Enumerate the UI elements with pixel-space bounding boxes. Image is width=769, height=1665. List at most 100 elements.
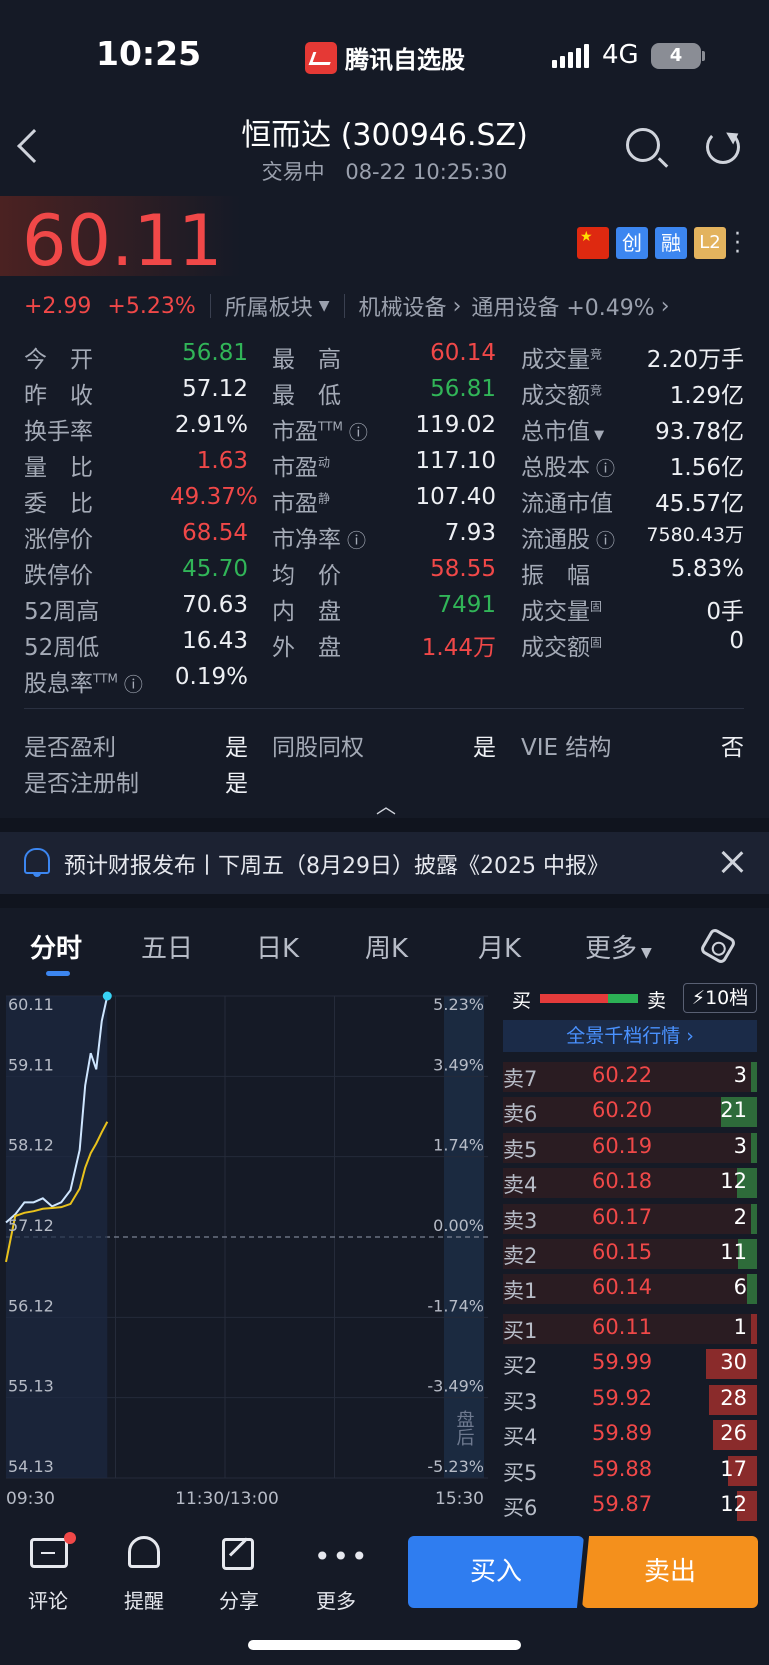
- chart-settings-icon[interactable]: [698, 926, 738, 966]
- flag-equal-rights-value: 是: [473, 735, 496, 761]
- buy-button[interactable]: 买入: [408, 1536, 584, 1608]
- stat-value: 2.20万手: [646, 347, 744, 373]
- tab-more[interactable]: 更多 ▼: [585, 928, 652, 965]
- china-flag-icon: ★: [577, 227, 609, 259]
- stat-value: 45.70: [182, 556, 248, 582]
- ob-volume: 6: [733, 1275, 747, 1300]
- stat-label: 流通股 ⓘ: [521, 527, 616, 553]
- tab-more-label: 更多: [585, 934, 638, 964]
- share-icon[interactable]: [222, 1537, 254, 1570]
- lightning-icon: ⚡: [691, 987, 706, 1009]
- collapse-icon[interactable]: ︿: [376, 790, 396, 819]
- trade-status: 交易中 08-22 10:25:30: [0, 156, 769, 186]
- sell-button[interactable]: 卖出: [582, 1536, 758, 1608]
- ob-volume: 12: [720, 1492, 747, 1516]
- ob-level-label: 买2: [503, 1354, 538, 1379]
- y-axis-price-label: 59.11: [8, 1055, 54, 1074]
- info-icon[interactable]: ⓘ: [590, 530, 615, 552]
- stat-label: 最 高: [272, 347, 341, 373]
- chinext-badge[interactable]: 创: [616, 227, 648, 259]
- info-icon[interactable]: ⓘ: [590, 458, 615, 480]
- app-logo-icon: [305, 41, 337, 74]
- ob-sell-label: 卖: [647, 990, 667, 1012]
- current-price: 60.11: [22, 200, 223, 282]
- ob-price: 60.14: [592, 1275, 653, 1300]
- tab-monthly-k[interactable]: 月K: [478, 928, 521, 965]
- ob-price: 60.17: [592, 1204, 653, 1229]
- stat-value: 0: [729, 628, 744, 654]
- stat-value: 70.63: [182, 592, 248, 618]
- ob-levels-button[interactable]: ⚡10档: [683, 983, 757, 1013]
- chevron-right-icon: ›: [686, 1025, 694, 1047]
- alert-bell-icon[interactable]: [128, 1536, 160, 1568]
- info-icon[interactable]: ⓘ: [343, 422, 368, 444]
- nav-comment[interactable]: 评论: [8, 1585, 88, 1614]
- volume-bar: [751, 1203, 757, 1234]
- stat-value: 56.81: [430, 376, 496, 402]
- notice-text[interactable]: 预计财报发布丨下周五（8月29日）披露《2025 中报》: [64, 848, 609, 880]
- stat-value: 107.40: [415, 484, 496, 510]
- last-price-dot: [102, 991, 112, 1001]
- full-depth-button[interactable]: 全景千档行情 ›: [503, 1020, 757, 1052]
- trade-datetime: 08-22 10:25:30: [345, 160, 508, 184]
- nav-more[interactable]: 更多: [296, 1585, 376, 1614]
- close-icon[interactable]: [718, 848, 746, 876]
- stat-value: 49.37%: [170, 484, 258, 510]
- change-row: +2.99 +5.23% 所属板块 ▼ 机械设备 › 通用设备 +0.49% ›: [24, 290, 670, 322]
- sector-link-1[interactable]: 机械设备: [359, 290, 447, 322]
- price-change: +2.99: [24, 293, 92, 319]
- tab-intraday[interactable]: 分时: [30, 928, 82, 965]
- y-axis-price-label: 55.13: [8, 1377, 54, 1396]
- more-dots-icon[interactable]: •••: [314, 1540, 370, 1573]
- refresh-icon[interactable]: [706, 130, 740, 164]
- sector-dropdown[interactable]: 所属板块: [225, 290, 313, 322]
- level2-badge[interactable]: L2: [694, 227, 726, 259]
- section-gap: [0, 894, 769, 908]
- network-type: 4G: [602, 40, 639, 70]
- ob-level-label: 卖6: [503, 1102, 538, 1127]
- stat-value: 117.10: [415, 448, 496, 474]
- tab-daily-k[interactable]: 日K: [256, 928, 299, 965]
- ob-level-label: 卖3: [503, 1208, 538, 1233]
- dropdown-icon[interactable]: ▼: [590, 428, 604, 443]
- y-axis-pct-label: -5.23%: [427, 1457, 484, 1476]
- stat-value: 1.63: [196, 448, 248, 474]
- tab-weekly-k[interactable]: 周K: [365, 928, 408, 965]
- ob-volume: 21: [720, 1098, 747, 1123]
- stat-value: 16.43: [182, 628, 248, 654]
- sector-link-2[interactable]: 通用设备 +0.49%: [471, 290, 654, 322]
- margin-badge[interactable]: 融: [655, 227, 687, 259]
- nav-share[interactable]: 分享: [199, 1585, 279, 1614]
- ob-price: 60.18: [592, 1169, 653, 1194]
- tab-five-day[interactable]: 五日: [141, 928, 193, 965]
- ob-level-label: 买6: [503, 1496, 538, 1520]
- battery-icon: 4: [651, 43, 701, 69]
- stat-label: 成交量竞: [521, 347, 603, 373]
- stat-label: 均 价: [272, 563, 341, 589]
- y-axis-pct-label: 1.74%: [433, 1136, 484, 1155]
- flag-registration-label: 是否注册制: [24, 771, 139, 797]
- volume-bar: [746, 1274, 757, 1305]
- more-vert-icon[interactable]: · · ·: [734, 224, 742, 264]
- stat-value: 2.91%: [174, 412, 248, 438]
- search-icon[interactable]: [626, 128, 660, 162]
- y-axis-pct-label: -3.49%: [427, 1377, 484, 1396]
- status-time: 10:25: [96, 34, 202, 73]
- info-icon[interactable]: ⓘ: [118, 674, 143, 696]
- y-axis-price-label: 54.13: [8, 1457, 54, 1476]
- ob-ratio-buy-bar: [540, 994, 608, 1003]
- stat-value: 1.56亿: [669, 455, 744, 481]
- nav-alert[interactable]: 提醒: [104, 1585, 184, 1614]
- stat-value: 119.02: [415, 412, 496, 438]
- trade-status-text: 交易中: [261, 160, 325, 184]
- comment-icon[interactable]: [30, 1538, 68, 1568]
- intraday-chart[interactable]: 60.11 59.11 58.12 57.12 56.12 55.13 54.13 5.23%…: [0, 984, 494, 1522]
- info-icon[interactable]: ⓘ: [341, 530, 366, 552]
- home-indicator[interactable]: [248, 1640, 521, 1650]
- ob-volume: 3: [733, 1133, 747, 1158]
- stat-label: 成交量固: [521, 599, 603, 625]
- price-change-pct: +5.23%: [107, 293, 196, 319]
- stat-value: 60.14: [430, 340, 496, 366]
- ob-price: 59.99: [592, 1350, 653, 1375]
- stat-label: 市盈TTM ⓘ: [272, 419, 368, 445]
